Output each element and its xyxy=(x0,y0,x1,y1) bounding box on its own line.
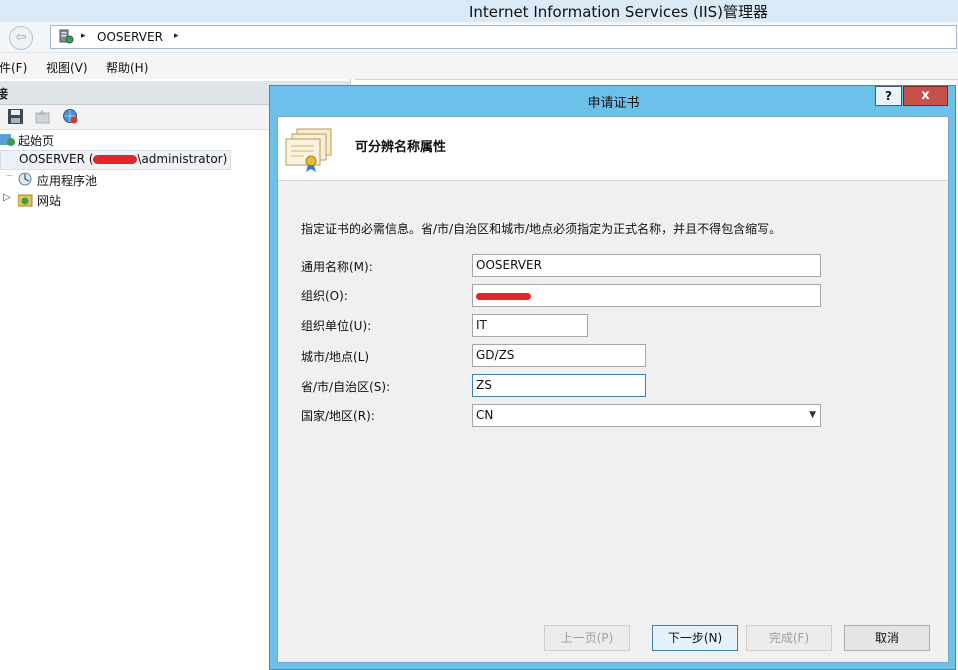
next-button[interactable]: 下一步(N) xyxy=(652,625,738,651)
breadcrumb[interactable]: ▸ OOSERVER ▸ xyxy=(50,25,957,49)
sites-icon xyxy=(17,192,33,210)
tree-item-server[interactable]: OOSERVER (\administrator) xyxy=(0,150,231,170)
state-label: 省/市/自治区(S): xyxy=(301,380,391,394)
dialog-title: 申请证书 xyxy=(587,96,640,111)
dialog-header: 可分辨名称属性 xyxy=(278,117,948,181)
tree-item-label: 应用程序池 xyxy=(37,174,98,188)
window-titlebar: Internet Information Services (IIS)管理器 xyxy=(0,0,958,22)
organization-input[interactable] xyxy=(472,284,821,307)
country-select-value: CN xyxy=(476,408,494,422)
certificate-icon xyxy=(284,127,334,176)
instruction-text: 指定证书的必需信息。省/市/自治区和城市/地点必须指定为正式名称，并且不得包含缩… xyxy=(301,222,782,236)
help-button[interactable]: ? xyxy=(875,86,902,106)
finish-button[interactable]: 完成(F) xyxy=(746,625,832,651)
common-name-label: 通用名称(M): xyxy=(301,260,373,274)
city-input[interactable]: GD/ZS xyxy=(472,344,646,367)
app-pool-icon xyxy=(18,172,33,190)
save-icon[interactable] xyxy=(7,108,24,125)
menu-file[interactable]: 件(F) xyxy=(0,59,27,76)
redaction-mark xyxy=(476,293,531,300)
org-unit-label: 组织单位(U): xyxy=(301,319,372,333)
menu-help[interactable]: 帮助(H) xyxy=(106,59,148,76)
connections-header-label: 接 xyxy=(0,87,9,101)
back-arrow-icon[interactable]: ⇦ xyxy=(9,26,33,50)
tree-item-label: 起始页 xyxy=(18,134,55,148)
tree-item-label: OOSERVER (\administrator) xyxy=(19,152,228,166)
dialog-body: 可分辨名称属性 指定证书的必需信息。省/市/自治区和城市/地点必须指定为正式名称… xyxy=(277,116,949,663)
close-button[interactable]: x xyxy=(903,86,948,106)
tree-line: ┈ xyxy=(6,171,13,182)
country-label: 国家/地区(R): xyxy=(301,409,375,423)
server-icon xyxy=(58,29,74,47)
menu-bar: 件(F) 视图(V) 帮助(H) xyxy=(0,53,958,79)
up-icon[interactable] xyxy=(34,108,51,125)
request-certificate-dialog: 申请证书 ? x 可分辨名称属性 指定证书的必需信息。省/市/自治区和城市/地点… xyxy=(269,85,956,670)
menu-view[interactable]: 视图(V) xyxy=(46,59,88,76)
tree-item-sites[interactable]: ▷ 网站 xyxy=(0,191,120,209)
start-page-icon xyxy=(0,132,15,150)
common-name-input[interactable]: OOSERVER xyxy=(472,254,821,277)
breadcrumb-separator: ▸ xyxy=(174,31,179,41)
country-select[interactable]: CN ▼ xyxy=(472,404,821,427)
breadcrumb-separator: ▸ xyxy=(81,31,86,41)
state-input[interactable]: ZS xyxy=(472,374,646,397)
chevron-down-icon: ▼ xyxy=(809,410,816,420)
prev-button[interactable]: 上一页(P) xyxy=(544,625,630,651)
cancel-button[interactable]: 取消 xyxy=(844,625,930,651)
organization-label: 组织(O): xyxy=(301,289,348,303)
breadcrumb-item-server[interactable]: OOSERVER xyxy=(97,30,163,44)
org-unit-input[interactable]: IT xyxy=(472,314,588,337)
city-label: 城市/地点(L) xyxy=(301,350,370,364)
tree-item-app-pools[interactable]: ┈ 应用程序池 xyxy=(0,171,120,189)
redaction-mark xyxy=(93,155,138,164)
tree-item-start-page[interactable]: 起始页 xyxy=(0,131,120,149)
tree-item-label: 网站 xyxy=(37,194,62,208)
address-bar: ⇦ ▸ OOSERVER ▸ xyxy=(0,22,958,53)
window-title: Internet Information Services (IIS)管理器 xyxy=(469,3,769,21)
expand-arrow-icon[interactable]: ▷ xyxy=(3,192,11,203)
page-title: 可分辨名称属性 xyxy=(355,140,447,155)
connect-icon[interactable] xyxy=(62,108,79,125)
